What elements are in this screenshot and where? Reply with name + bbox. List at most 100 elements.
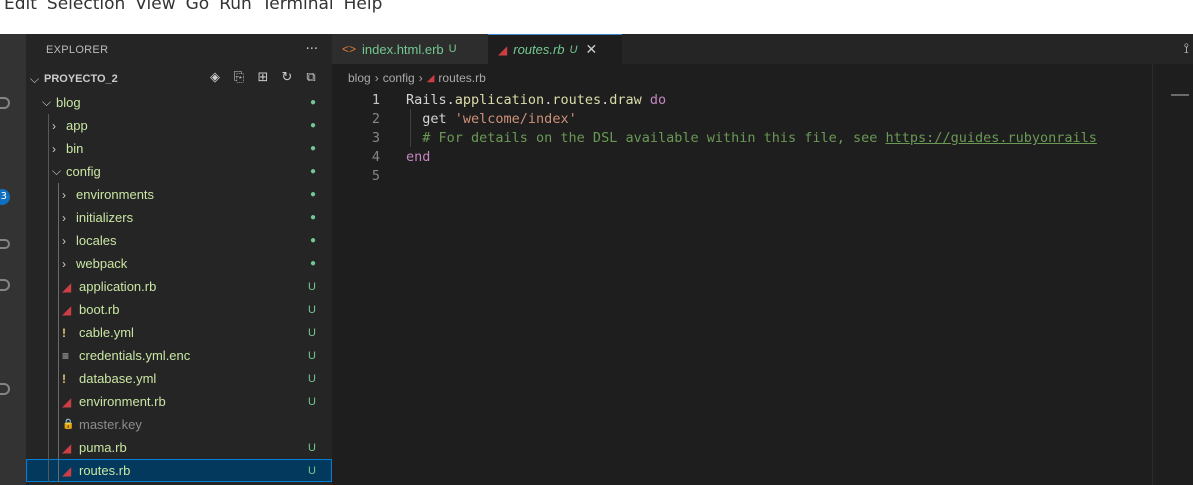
collapse-all-icon[interactable]: ⧉ (304, 70, 318, 85)
modified-dot: ● (309, 189, 316, 200)
modified-dot: ● (309, 212, 316, 223)
file-cable-yml[interactable]: ! cable.yml U (26, 321, 332, 344)
refresh-icon[interactable]: ↻ (280, 70, 294, 85)
menu-item-edit[interactable]: Edit (4, 0, 37, 14)
untracked-badge: U (308, 303, 316, 316)
project-section-header[interactable]: ⌵ PROYECTO_2 ◈ ⎘ ⊞ ↻ ⧉ (26, 68, 332, 90)
untracked-badge: U (308, 395, 316, 408)
folder-webpack[interactable]: › webpack ● (26, 252, 332, 275)
tree-indent-guide (58, 436, 59, 459)
tab-index-html-erb[interactable]: <> index.html.erb U (332, 34, 488, 64)
tree-indent-guide (58, 229, 59, 252)
tree-item-label: credentials.yml.enc (79, 348, 191, 363)
tree-item-label: master.key (79, 417, 142, 432)
untracked-badge: U (308, 441, 316, 454)
modified-dot: ● (309, 143, 316, 154)
extensions-activity-icon[interactable] (0, 279, 10, 291)
untracked-marker: U (569, 43, 578, 56)
tree-indent-guide (58, 459, 59, 482)
code-line: 1 Rails.application.routes.draw do (332, 91, 1152, 110)
line-number: 4 (371, 149, 380, 165)
remote-activity-icon[interactable] (0, 383, 10, 395)
tree-indent-guide (48, 367, 49, 390)
chevron-down-icon: ⌵ (42, 95, 52, 109)
folder-blog[interactable]: ⌵ blog ● (26, 91, 332, 114)
tree-item-label: locales (76, 233, 117, 248)
chevron-right-icon: › (374, 71, 379, 85)
untracked-badge: U (308, 280, 316, 293)
minimap[interactable] (1152, 64, 1193, 485)
menu-item-run[interactable]: Run (219, 0, 252, 14)
chevron-right-icon: › (62, 210, 66, 225)
file-credentials-yml-enc[interactable]: ≡ credentials.yml.enc U (26, 344, 332, 367)
eye-icon[interactable]: ◈ (208, 70, 222, 85)
code-text: Rails.application.routes.draw do (406, 91, 666, 110)
folder-environments[interactable]: › environments ● (26, 183, 332, 206)
file-routes-rb[interactable]: ◢ routes.rb U (26, 459, 332, 482)
tree-indent-guide (58, 275, 59, 298)
source-control-badge: 3 (0, 189, 10, 205)
file-master-key[interactable]: 🔒 master.key (26, 413, 332, 436)
menu-item-terminal[interactable]: Terminal (262, 0, 334, 14)
tree-indent-guide (58, 321, 59, 344)
explorer-activity-icon[interactable] (0, 97, 10, 109)
run-debug-activity-icon[interactable] (0, 239, 10, 249)
code-editor[interactable]: 1 Rails.application.routes.draw do 2 get '… (332, 90, 1152, 485)
tree-item-label: boot.rb (79, 302, 120, 317)
source-control-icon[interactable]: ⟟ (1184, 41, 1189, 57)
yaml-icon: ! (62, 325, 66, 340)
tree-item-label: initializers (76, 210, 134, 225)
file-database-yml[interactable]: ! database.yml U (26, 367, 332, 390)
breadcrumb-item[interactable]: config (383, 71, 415, 85)
file-puma-rb[interactable]: ◢ puma.rb U (26, 436, 332, 459)
new-folder-icon[interactable]: ⊞ (256, 70, 270, 85)
minimap-line (1171, 94, 1189, 96)
breadcrumb: blog › config › ◢ routes.rb (348, 68, 486, 88)
tree-item-label: webpack (76, 256, 128, 271)
tree-indent-guide (48, 459, 49, 482)
file-environment-rb[interactable]: ◢ environment.rb U (26, 390, 332, 413)
tree-item-label: routes.rb (79, 463, 131, 478)
folder-initializers[interactable]: › initializers ● (26, 206, 332, 229)
tree-indent-guide (48, 229, 49, 252)
menu-item-selection[interactable]: Selection (47, 0, 125, 14)
folder-config[interactable]: ⌵ config ● (26, 160, 332, 183)
untracked-badge: U (308, 326, 316, 339)
ruby-icon: ◢ (62, 440, 72, 455)
folder-locales[interactable]: › locales ● (26, 229, 332, 252)
modified-dot: ● (309, 235, 316, 246)
explorer-title: EXPLORER (46, 44, 109, 56)
chevron-right-icon: › (62, 256, 66, 271)
more-actions-icon[interactable]: ··· (306, 42, 318, 57)
modified-dot: ● (309, 166, 316, 177)
tab-label: index.html.erb (362, 41, 444, 57)
project-name: PROYECTO_2 (44, 73, 118, 85)
breadcrumb-item[interactable]: blog (348, 71, 371, 85)
folder-app[interactable]: › app ● (26, 114, 332, 137)
chevron-right-icon: › (52, 118, 56, 133)
new-file-icon[interactable]: ⎘ (232, 70, 246, 85)
file-boot-rb[interactable]: ◢ boot.rb U (26, 298, 332, 321)
tree-indent-guide (58, 344, 59, 367)
file-application-rb[interactable]: ◢ application.rb U (26, 275, 332, 298)
tree-indent-guide (58, 413, 59, 436)
tree-indent-guide (48, 390, 49, 413)
code-token: routes (552, 92, 602, 108)
tree-indent-guide (48, 298, 49, 321)
tree-item-label: application.rb (79, 279, 157, 294)
code-link[interactable]: https://guides.rubyonrails (886, 130, 1097, 146)
tab-routes-rb[interactable]: ◢ routes.rb U ✕ (488, 34, 622, 64)
code-token: Rails. (406, 92, 455, 108)
close-icon[interactable]: ✕ (586, 41, 598, 58)
tree-item-label: puma.rb (79, 440, 127, 455)
tab-label: routes.rb (513, 42, 565, 57)
ruby-icon: ◢ (62, 279, 72, 294)
folder-bin[interactable]: › bin ● (26, 137, 332, 160)
tree-item-label: blog (56, 95, 81, 110)
menu-item-go[interactable]: Go (186, 0, 210, 14)
menu-item-help[interactable]: Help (344, 0, 383, 14)
menu-item-view[interactable]: View (135, 0, 175, 14)
untracked-badge: U (308, 464, 316, 477)
breadcrumb-item[interactable]: routes.rb (438, 71, 485, 85)
